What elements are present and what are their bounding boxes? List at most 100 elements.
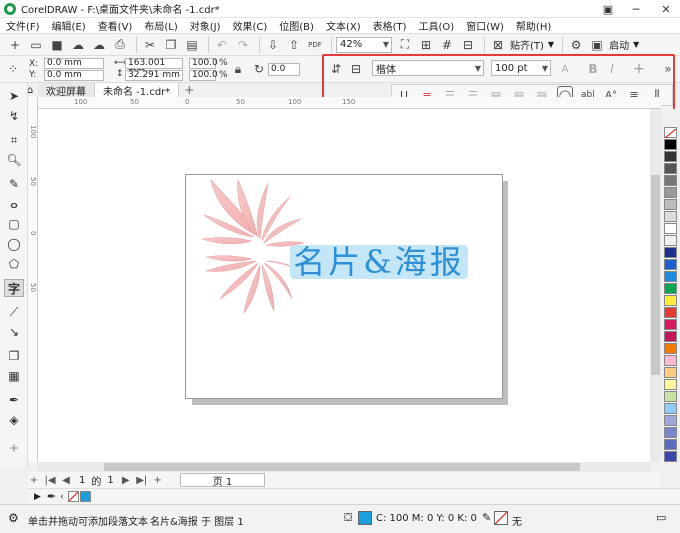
- palette-swatch[interactable]: [664, 283, 677, 294]
- menu-tools[interactable]: 工具(O): [419, 18, 455, 33]
- export-icon[interactable]: ⇧: [285, 36, 303, 54]
- menu-edit[interactable]: 编辑(E): [52, 18, 86, 33]
- menu-file[interactable]: 文件(F): [6, 18, 40, 33]
- scale-width-field[interactable]: 100.0: [189, 58, 218, 69]
- palette-swatch[interactable]: [664, 211, 677, 222]
- restore-icon[interactable]: ▣: [594, 0, 622, 18]
- snap-to-dropdown[interactable]: 贴齐(T): [510, 37, 544, 52]
- rectangle-tool-icon[interactable]: ▢: [4, 215, 24, 233]
- x-position-field[interactable]: 0.0 mm: [44, 58, 104, 69]
- horizontal-scroll-thumb[interactable]: [104, 463, 580, 471]
- connector-tool-icon[interactable]: ↘: [4, 323, 24, 341]
- transparency-icon[interactable]: ▦: [4, 367, 24, 385]
- add-page-before-button[interactable]: +: [28, 475, 40, 486]
- vertical-scrollbar[interactable]: [650, 109, 661, 462]
- menu-text[interactable]: 文本(X): [326, 18, 361, 33]
- palette-swatch[interactable]: [664, 223, 677, 234]
- undo-icon[interactable]: ↶: [213, 36, 231, 54]
- height-field[interactable]: 32.291 mm: [125, 70, 183, 81]
- previous-page-button[interactable]: ◀: [60, 475, 72, 486]
- pdf-icon[interactable]: PDF: [306, 36, 324, 54]
- text-tool-icon[interactable]: 字: [4, 279, 24, 297]
- last-page-button[interactable]: ▶|: [136, 475, 148, 486]
- palette-swatch[interactable]: [664, 403, 677, 414]
- show-rulers-icon[interactable]: ⊞: [417, 36, 435, 54]
- menu-effects[interactable]: 效果(C): [232, 18, 267, 33]
- flower-petals[interactable]: [201, 178, 305, 314]
- palette-swatch[interactable]: [664, 319, 677, 330]
- eyedropper-icon[interactable]: ✒: [47, 490, 56, 503]
- cut-icon[interactable]: ✂: [141, 36, 159, 54]
- eyedropper-icon[interactable]: ✒: [4, 391, 24, 409]
- lock-ratio-icon[interactable]: 🔒︎: [229, 60, 247, 78]
- y-position-field[interactable]: 0.0 mm: [44, 70, 104, 81]
- interactive-fill-icon[interactable]: ◈: [4, 411, 24, 429]
- gear-icon[interactable]: ⚙: [567, 36, 585, 54]
- palette-swatch[interactable]: [664, 331, 677, 342]
- scale-height-field[interactable]: 100.0: [189, 70, 218, 81]
- snap-icon[interactable]: ⊠: [489, 36, 507, 54]
- palette-swatch[interactable]: [664, 151, 677, 162]
- palette-swatch[interactable]: [664, 439, 677, 450]
- font-family-select[interactable]: 楷体 ▼: [372, 60, 484, 76]
- shape-tool-icon[interactable]: ↯: [4, 107, 24, 125]
- close-button[interactable]: ✕: [652, 0, 680, 18]
- monitor-icon[interactable]: ▭: [656, 511, 666, 524]
- no-color-swatch[interactable]: [67, 491, 79, 502]
- menu-object[interactable]: 对象(J): [190, 18, 221, 33]
- redo-icon[interactable]: ↷: [234, 36, 252, 54]
- width-field[interactable]: 163.001 mm: [125, 58, 183, 77]
- launch-icon[interactable]: ▣: [588, 36, 606, 54]
- rotate-icon[interactable]: ↻: [250, 60, 268, 78]
- menu-bitmaps[interactable]: 位图(B): [279, 18, 314, 33]
- menu-view[interactable]: 查看(V): [98, 18, 133, 33]
- palette-swatch[interactable]: [664, 367, 677, 378]
- font-list-options-icon[interactable]: A: [556, 60, 574, 78]
- more-options-button[interactable]: »: [659, 60, 677, 78]
- palette-swatch[interactable]: [664, 427, 677, 438]
- palette-swatch[interactable]: [664, 235, 677, 246]
- freehand-tool-icon[interactable]: ✎: [4, 175, 24, 193]
- palette-swatch[interactable]: [664, 379, 677, 390]
- new-document-icon[interactable]: +: [6, 36, 24, 54]
- crop-tool-icon[interactable]: ⌗: [4, 131, 24, 149]
- no-color-swatch[interactable]: [664, 127, 677, 139]
- cloud-upload-icon[interactable]: ☁: [69, 36, 87, 54]
- palette-swatch[interactable]: [664, 391, 677, 402]
- bold-button[interactable]: B: [584, 60, 602, 78]
- horizontal-scrollbar[interactable]: [38, 462, 650, 472]
- document-color-swatch[interactable]: [79, 491, 91, 502]
- palette-swatch[interactable]: [664, 307, 677, 318]
- fill-color-swatch[interactable]: [358, 511, 372, 525]
- font-size-select[interactable]: 100 pt ▼: [491, 60, 551, 76]
- italic-button[interactable]: I: [603, 60, 621, 78]
- ellipse-tool-icon[interactable]: ◯: [4, 235, 24, 253]
- palette-swatch[interactable]: [664, 259, 677, 270]
- page-tab[interactable]: 页 1: [179, 473, 266, 488]
- first-page-button[interactable]: |◀: [44, 475, 56, 486]
- palette-swatch[interactable]: [664, 175, 677, 186]
- add-tab-button[interactable]: +: [179, 83, 194, 97]
- palette-swatch[interactable]: [664, 271, 677, 282]
- artistic-media-icon[interactable]: ⴰ: [4, 195, 24, 213]
- menu-layout[interactable]: 布局(L): [144, 18, 177, 33]
- palette-swatch[interactable]: [664, 163, 677, 174]
- text-direction-icon[interactable]: ⇵: [327, 60, 345, 78]
- zoom-level-select[interactable]: 42% ▼: [336, 36, 392, 53]
- palette-swatch[interactable]: [664, 355, 677, 366]
- palette-swatch[interactable]: [664, 247, 677, 258]
- next-page-button[interactable]: ▶: [120, 475, 132, 486]
- outline-color-swatch[interactable]: [494, 511, 508, 525]
- gear-icon[interactable]: ⚙: [8, 511, 19, 525]
- drop-shadow-icon[interactable]: ❐: [4, 347, 24, 365]
- palette-swatch[interactable]: [664, 139, 677, 150]
- text-align-icon[interactable]: ⊟: [347, 60, 365, 78]
- show-guidelines-icon[interactable]: ⊟: [459, 36, 477, 54]
- save-icon[interactable]: ■: [48, 36, 66, 54]
- add-tool-icon[interactable]: +: [4, 439, 24, 457]
- polygon-tool-icon[interactable]: ⬠: [4, 255, 24, 273]
- pick-tool-icon[interactable]: ➤: [4, 87, 24, 105]
- object-origin-icon[interactable]: ⁘: [4, 60, 22, 78]
- menu-help[interactable]: 帮助(H): [516, 18, 551, 33]
- copy-icon[interactable]: ❐: [162, 36, 180, 54]
